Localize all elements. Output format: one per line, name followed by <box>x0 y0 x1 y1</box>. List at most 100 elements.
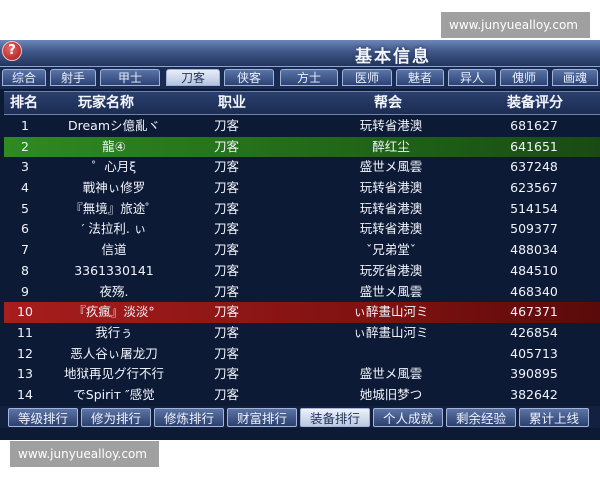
watermark-bottom: www.junyuealloy.com <box>10 441 159 467</box>
job-cell: 刀客 <box>214 200 240 216</box>
rank-cell: 1 <box>21 118 29 133</box>
table-row-selected[interactable]: 10 『疚瘋』淡淡° 刀客 ぃ醉畫山河ミ 467371 <box>4 302 600 323</box>
title-bar: ? 基本信息 <box>0 40 600 67</box>
guild-cell: ぃ醉畫山河ミ <box>353 304 429 320</box>
tab-cultivation-ranking[interactable]: 修为排行 <box>81 408 151 427</box>
tab-charmer[interactable]: 魅者 <box>396 69 444 86</box>
player-name-cell: ゜心月ξ <box>91 159 137 175</box>
tab-wealth-ranking[interactable]: 财富排行 <box>227 408 297 427</box>
player-name-cell: 3361330141 <box>74 262 154 278</box>
header-guild[interactable]: 帮会 <box>374 92 402 114</box>
table-row[interactable]: 12 恶人谷ぃ屠龙刀 刀客 405713 <box>4 344 600 365</box>
guild-cell: 玩转省港澳 <box>359 180 423 196</box>
table-row-highlighted[interactable]: 2 龍④ 刀客 醉红尘 641651 <box>4 136 600 158</box>
player-name-cell: ′ 法拉利. ぃ <box>81 221 147 237</box>
guild-cell: 盛世メ風雲 <box>359 366 423 382</box>
player-name-cell: 『無境』旅途゜ <box>70 200 158 216</box>
guild-cell: 玩转省港澳 <box>359 221 423 237</box>
tab-painter[interactable]: 画魂 <box>552 69 598 86</box>
table-row[interactable]: 5 『無境』旅途゜ 刀客 玩转省港澳 514154 <box>4 199 600 220</box>
tab-training-ranking[interactable]: 修炼排行 <box>154 408 224 427</box>
rank-cell: 14 <box>17 386 33 402</box>
player-name-cell: 恶人谷ぃ屠龙刀 <box>70 345 158 361</box>
table-row[interactable]: 14 でSpiriт ″感觉 刀客 她城旧梦つ 382642 <box>4 385 600 406</box>
job-cell: 刀客 <box>214 221 240 237</box>
score-cell: 514154 <box>510 200 558 216</box>
table-row[interactable]: 4 戰神ぃ修罗 刀客 玩转省港澳 623567 <box>4 178 600 199</box>
guild-cell: 醉红尘 <box>372 138 410 154</box>
tab-knight[interactable]: 侠客 <box>224 69 274 86</box>
guild-cell: ˇ兄弟堂ˇ <box>365 242 416 258</box>
ranking-table: 1 Dreamシ億亂ヾ 刀客 玩转省港澳 681627 2 龍④ 刀客 醉红尘 … <box>4 116 600 406</box>
job-cell: 刀客 <box>214 386 240 402</box>
rank-cell: 8 <box>21 262 29 278</box>
score-cell: 681627 <box>510 118 558 133</box>
table-row[interactable]: 6 ′ 法拉利. ぃ 刀客 玩转省港澳 509377 <box>4 219 600 240</box>
ranking-type-tab-bar: 等级排行 修为排行 修炼排行 财富排行 装备排行 个人成就 剩余经验 累计上线 <box>0 406 600 428</box>
player-name-cell: 我行ぅ <box>95 324 133 340</box>
tab-blade[interactable]: 刀客 <box>166 69 220 86</box>
guild-cell: ぃ醉畫山河ミ <box>353 324 429 340</box>
job-cell: 刀客 <box>214 180 240 196</box>
header-job[interactable]: 职业 <box>218 92 246 114</box>
player-name-cell: 信道 <box>101 242 127 258</box>
score-cell: 488034 <box>510 242 558 258</box>
player-name-cell: 戰神ぃ修罗 <box>82 180 146 196</box>
player-name-cell: 夜殇. <box>99 283 129 299</box>
rank-cell: 11 <box>17 324 33 340</box>
score-cell: 641651 <box>510 138 558 154</box>
guild-cell: 玩死省港澳 <box>359 262 423 278</box>
window-title: 基本信息 <box>355 47 431 67</box>
header-rank[interactable]: 排名 <box>10 92 38 114</box>
tab-remaining-exp[interactable]: 剩余经验 <box>446 408 516 427</box>
tab-puppeteer[interactable]: 傀师 <box>500 69 548 86</box>
table-row[interactable]: 9 夜殇. 刀客 盛世メ風雲 468340 <box>4 282 600 303</box>
header-name[interactable]: 玩家名称 <box>78 92 134 114</box>
score-cell: 382642 <box>510 386 558 402</box>
tab-archer[interactable]: 射手 <box>50 69 96 86</box>
header-score[interactable]: 装备评分 <box>507 92 563 114</box>
score-cell: 509377 <box>510 221 558 237</box>
table-row[interactable]: 8 3361330141 刀客 玩死省港澳 484510 <box>4 261 600 282</box>
job-cell: 刀客 <box>214 366 240 382</box>
job-cell: 刀客 <box>214 262 240 278</box>
tab-equipment-ranking[interactable]: 装备排行 <box>300 408 370 427</box>
ranking-window: ? 基本信息 综合 射手 甲士 刀客 侠客 方士 医师 魅者 异人 傀师 画魂 … <box>0 40 600 440</box>
score-cell: 484510 <box>510 262 558 278</box>
score-cell: 467371 <box>510 304 558 320</box>
rank-cell: 12 <box>17 345 33 361</box>
job-cell: 刀客 <box>214 283 240 299</box>
guild-cell: 玩转省港澳 <box>359 200 423 216</box>
tab-mage[interactable]: 方士 <box>280 69 338 86</box>
table-row[interactable]: 1 Dreamシ億亂ヾ 刀客 玩转省港澳 681627 <box>4 116 600 137</box>
job-cell: 刀客 <box>214 345 240 361</box>
player-name-cell: でSpiriт ″感觉 <box>73 386 155 402</box>
tab-healer[interactable]: 医师 <box>342 69 392 86</box>
job-cell: 刀客 <box>214 159 240 175</box>
job-cell: 刀客 <box>214 324 240 340</box>
help-icon[interactable]: ? <box>2 41 22 61</box>
tab-achievements[interactable]: 个人成就 <box>373 408 443 427</box>
tab-mystic[interactable]: 异人 <box>448 69 496 86</box>
player-name-cell: Dreamシ億亂ヾ <box>67 118 161 133</box>
table-row[interactable]: 7 信道 刀客 ˇ兄弟堂ˇ 488034 <box>4 240 600 261</box>
rank-cell: 5 <box>21 200 29 216</box>
player-name-cell: 龍④ <box>102 138 126 154</box>
guild-cell: 盛世メ風雲 <box>359 283 423 299</box>
score-cell: 405713 <box>510 345 558 361</box>
score-cell: 468340 <box>510 283 558 299</box>
job-cell: 刀客 <box>214 242 240 258</box>
table-row[interactable]: 3 ゜心月ξ 刀客 盛世メ風雲 637248 <box>4 157 600 178</box>
tab-warrior[interactable]: 甲士 <box>100 69 160 86</box>
rank-cell: 4 <box>21 180 29 196</box>
tab-overall[interactable]: 综合 <box>2 69 46 86</box>
player-name-cell: 地狱再见グ行不行 <box>63 366 164 382</box>
guild-cell <box>316 344 466 365</box>
table-row[interactable]: 13 地狱再见グ行不行 刀客 盛世メ風雲 390895 <box>4 364 600 385</box>
guild-cell: 她城旧梦つ <box>359 386 423 402</box>
table-row[interactable]: 11 我行ぅ 刀客 ぃ醉畫山河ミ 426854 <box>4 323 600 344</box>
rank-cell: 2 <box>21 138 29 154</box>
tab-level-ranking[interactable]: 等级排行 <box>8 408 78 427</box>
tab-total-online[interactable]: 累计上线 <box>519 408 589 427</box>
job-cell: 刀客 <box>214 118 240 133</box>
